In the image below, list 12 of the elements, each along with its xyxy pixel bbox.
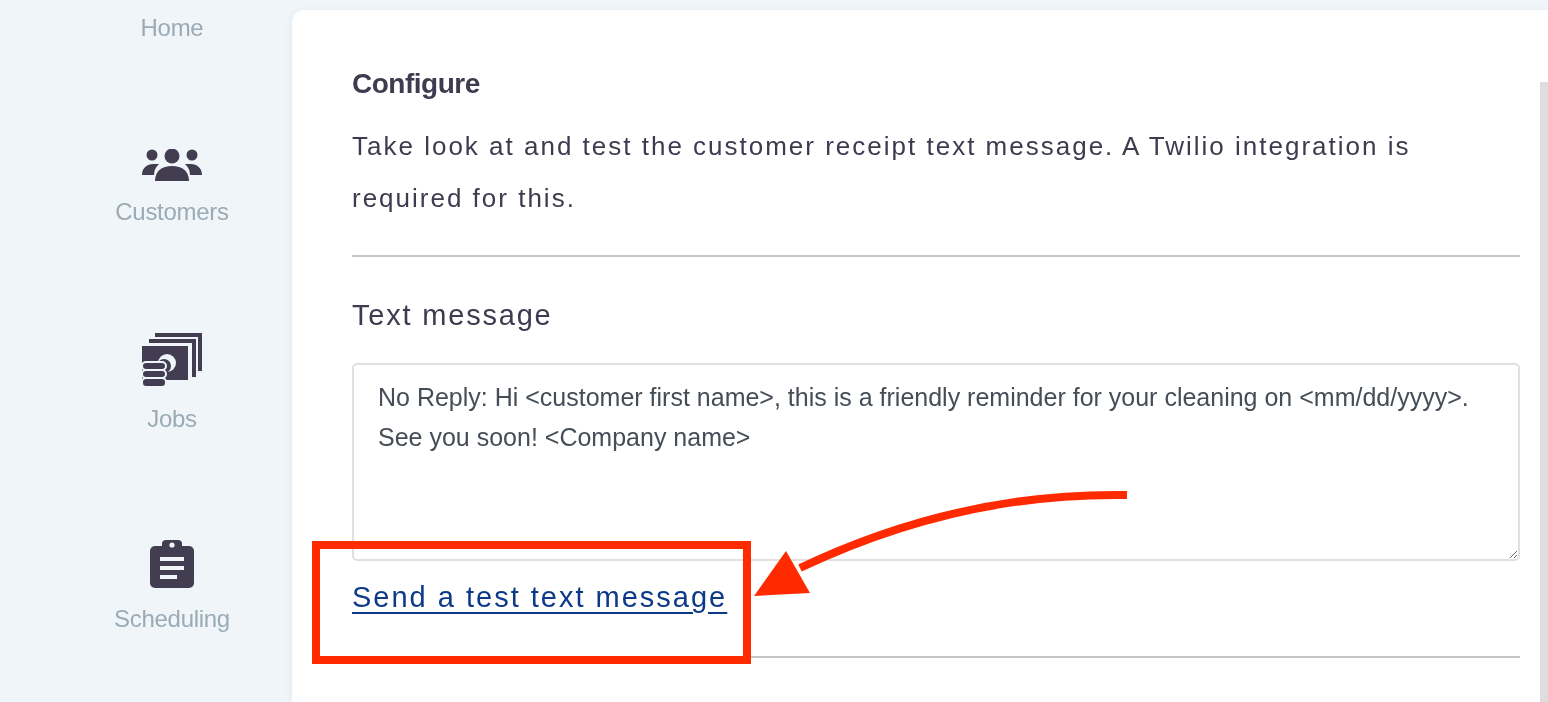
sidebar-link[interactable]: Customers bbox=[115, 197, 229, 227]
field-label: Text message bbox=[352, 298, 554, 333]
sidebar-link[interactable]: Scheduling bbox=[114, 604, 230, 634]
section-description: Take look at and test the customer receipt text message. A Twilio integration is required for this. bbox=[352, 130, 1412, 215]
section-title: Configure bbox=[352, 67, 481, 101]
sidebar-link[interactable]: Jobs bbox=[147, 404, 197, 434]
message-field[interactable]: No Reply: Hi <customer first name>, this is a friendly reminder for your cleaning on <mm/dd/yyyy>. See you soon! <Company name> bbox=[352, 363, 1520, 561]
send-test-link[interactable]: Send a test text message bbox=[352, 579, 728, 615]
sidebar-link[interactable]: Home bbox=[140, 13, 204, 43]
money-bills-icon bbox=[142, 333, 202, 388]
people-group-icon bbox=[142, 149, 202, 181]
clipboard-icon bbox=[150, 540, 194, 588]
